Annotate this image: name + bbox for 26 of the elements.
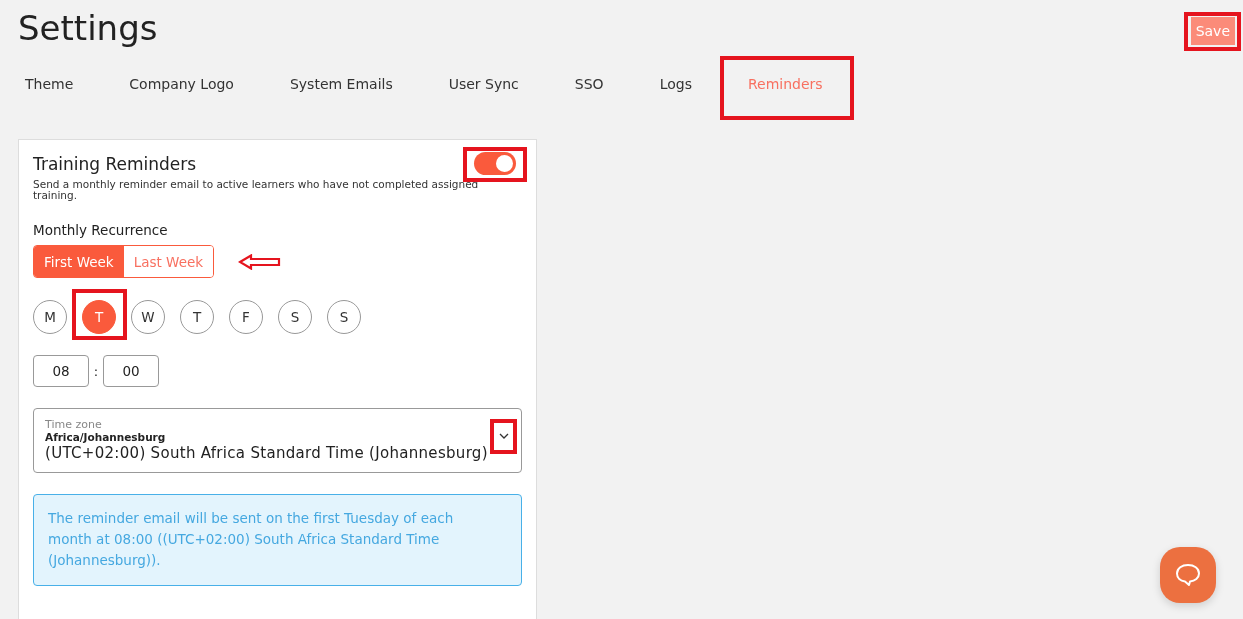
arrow-icon [238,253,283,270]
day-option[interactable]: S [327,300,361,334]
page-title: Settings [18,8,158,48]
description: Send a monthly reminder email to active learners who have not completed assigned training. [33,179,480,201]
speech-bubble-icon [1175,563,1201,587]
hour-field[interactable]: 08 [33,355,89,387]
tab[interactable]: System Emails [289,68,393,100]
tab[interactable]: Company Logo [129,68,234,100]
tab[interactable]: Theme [25,68,74,100]
toggle-switch[interactable] [474,152,516,175]
day-option[interactable]: M [33,300,67,334]
info-message: The reminder email will be sent on the first Tuesday of each month at 08:00 ((UTC+02:00) South Africa Standard Time (Johannesburg)). [33,494,522,586]
time-separator: : [93,363,99,379]
section-label: Monthly Recurrence [33,222,169,238]
timezone-dropdown[interactable]: Time zone Africa/Johannesburg (UTC+02:00) South Africa Standard Time (Johannesburg) [33,408,522,473]
day-option[interactable]: W [131,300,165,334]
day-option[interactable]: S [278,300,312,334]
chat-button[interactable] [1160,547,1216,603]
tab[interactable]: Logs [659,68,692,100]
card-title: Training Reminders [33,153,197,174]
tab[interactable]: User Sync [448,68,519,100]
day-option[interactable]: F [229,300,263,334]
minute-field[interactable]: 00 [103,355,159,387]
tab[interactable]: SSO [574,68,604,100]
day-option[interactable]: T [180,300,214,334]
chevron-down-icon [499,432,509,439]
